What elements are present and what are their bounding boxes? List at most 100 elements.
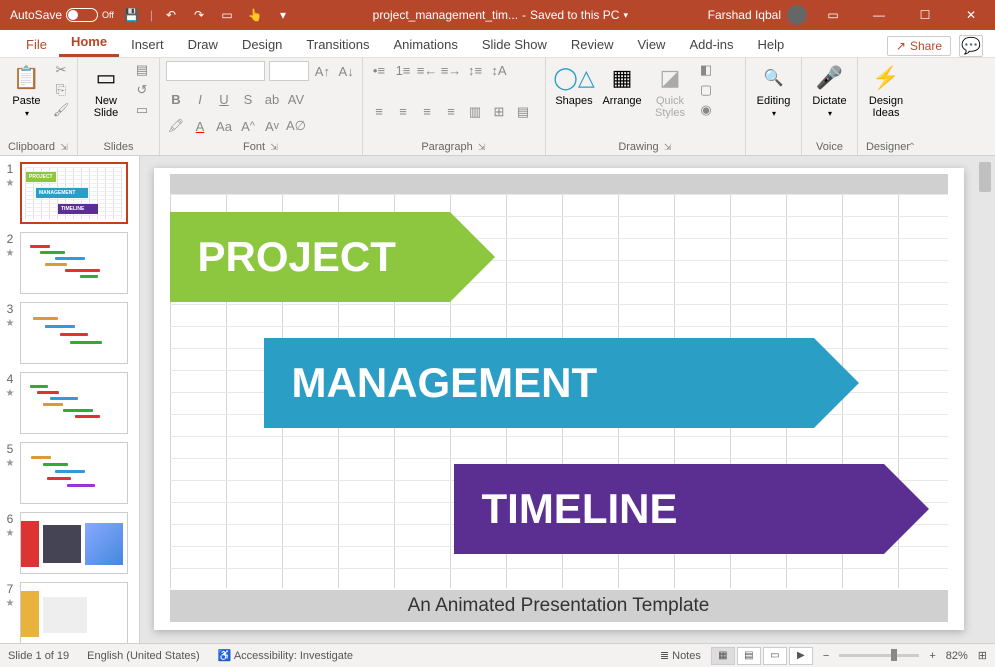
slide-thumbnails-panel[interactable]: 1★ PROJECT MANAGEMENT TIMELINE 2★ 3★: [0, 156, 140, 643]
arrow-shape-timeline[interactable]: TIMELINE: [454, 464, 884, 554]
tab-insert[interactable]: Insert: [119, 32, 176, 57]
tab-home[interactable]: Home: [59, 29, 119, 57]
tab-draw[interactable]: Draw: [176, 32, 230, 57]
paste-button[interactable]: 📋 Paste ▾: [6, 61, 47, 120]
align-right-button[interactable]: ≡: [417, 103, 437, 121]
close-button[interactable]: ✕: [951, 0, 991, 30]
slide-counter[interactable]: Slide 1 of 19: [8, 650, 69, 662]
copy-button[interactable]: ⎘: [51, 81, 71, 99]
quick-styles-button[interactable]: ◪ Quick Styles: [648, 61, 692, 121]
tab-help[interactable]: Help: [746, 32, 797, 57]
arrange-button[interactable]: ▦ Arrange: [600, 61, 644, 109]
language-indicator[interactable]: English (United States): [87, 650, 200, 662]
redo-button[interactable]: ↷: [189, 5, 209, 25]
layout-button[interactable]: ▤: [132, 61, 152, 79]
qat-customize-button[interactable]: ▾: [273, 5, 293, 25]
fit-to-window-button[interactable]: ⊞: [978, 649, 987, 662]
indent-increase-button[interactable]: ≡→: [441, 61, 461, 79]
format-painter-button[interactable]: 🖌: [51, 101, 71, 119]
align-left-button[interactable]: ≡: [369, 103, 389, 121]
thumbnail-3[interactable]: 3★: [4, 302, 135, 364]
font-launcher[interactable]: ⇲: [269, 142, 279, 152]
smartart-button[interactable]: ▤: [513, 103, 533, 121]
zoom-slider[interactable]: [839, 654, 919, 657]
drawing-launcher[interactable]: ⇲: [663, 142, 673, 152]
shrink-font-button[interactable]: Av: [262, 117, 282, 135]
start-from-beginning-button[interactable]: ▭: [217, 5, 237, 25]
accessibility-status[interactable]: ♿ Accessibility: Investigate: [218, 649, 353, 662]
tab-slideshow[interactable]: Slide Show: [470, 32, 559, 57]
comments-button[interactable]: 💬: [959, 35, 983, 57]
scrollbar-thumb[interactable]: [979, 162, 991, 192]
tab-review[interactable]: Review: [559, 32, 626, 57]
zoom-in-button[interactable]: +: [929, 650, 935, 662]
thumbnail-5[interactable]: 5★: [4, 442, 135, 504]
shape-fill-button[interactable]: ◧: [696, 61, 716, 79]
clear-formatting-button[interactable]: A∅: [286, 117, 306, 135]
font-size-select[interactable]: [269, 61, 309, 81]
font-name-select[interactable]: [166, 61, 265, 81]
tab-animations[interactable]: Animations: [382, 32, 470, 57]
shadow-button[interactable]: ab: [262, 90, 282, 108]
tab-addins[interactable]: Add-ins: [677, 32, 745, 57]
zoom-out-button[interactable]: −: [823, 650, 829, 662]
align-center-button[interactable]: ≡: [393, 103, 413, 121]
maximize-button[interactable]: ☐: [905, 0, 945, 30]
collapse-ribbon-button[interactable]: ⌃: [908, 142, 916, 153]
decrease-font-button[interactable]: A↓: [336, 62, 356, 80]
text-direction-button[interactable]: ↕A: [489, 61, 509, 79]
arrow-shape-project[interactable]: PROJECT: [170, 212, 450, 302]
justify-button[interactable]: ≡: [441, 103, 461, 121]
slide-canvas[interactable]: PROJECT MANAGEMENT TIMELINE An Animated …: [154, 168, 964, 630]
increase-font-button[interactable]: A↑: [313, 62, 333, 80]
vertical-scrollbar[interactable]: [977, 156, 995, 643]
slideshow-view-button[interactable]: ▶: [789, 647, 813, 665]
editing-button[interactable]: 🔍 Editing ▾: [752, 61, 795, 120]
thumbnail-6[interactable]: 6★: [4, 512, 135, 574]
spacing-button[interactable]: AV: [286, 90, 306, 108]
underline-button[interactable]: U: [214, 90, 234, 108]
undo-button[interactable]: ↶: [161, 5, 181, 25]
strikethrough-button[interactable]: S: [238, 90, 258, 108]
thumbnail-2[interactable]: 2★: [4, 232, 135, 294]
tab-view[interactable]: View: [626, 32, 678, 57]
shapes-button[interactable]: ◯△ Shapes: [552, 61, 596, 109]
save-button[interactable]: 💾: [122, 5, 142, 25]
design-ideas-button[interactable]: ⚡ Design Ideas: [864, 61, 908, 121]
tab-transitions[interactable]: Transitions: [294, 32, 381, 57]
paragraph-launcher[interactable]: ⇲: [477, 142, 487, 152]
thumbnail-7[interactable]: 7★: [4, 582, 135, 643]
minimize-button[interactable]: —: [859, 0, 899, 30]
font-color-button[interactable]: A: [190, 117, 210, 135]
section-button[interactable]: ▭: [132, 101, 152, 119]
bold-button[interactable]: B: [166, 90, 186, 108]
autosave-toggle[interactable]: AutoSave Off: [10, 8, 114, 22]
user-avatar[interactable]: [787, 5, 807, 25]
zoom-handle[interactable]: [891, 649, 897, 661]
reading-view-button[interactable]: ▭: [763, 647, 787, 665]
notes-button[interactable]: ≣ Notes: [660, 649, 701, 662]
new-slide-button[interactable]: ▭ New Slide: [84, 61, 128, 121]
highlight-button[interactable]: 🖍: [166, 117, 186, 135]
tab-design[interactable]: Design: [230, 32, 294, 57]
slide-subtitle-bar[interactable]: An Animated Presentation Template: [170, 590, 948, 622]
grow-font-button[interactable]: A^: [238, 117, 258, 135]
line-spacing-button[interactable]: ↕≡: [465, 61, 485, 79]
columns-button[interactable]: ▥: [465, 103, 485, 121]
align-text-button[interactable]: ⊞: [489, 103, 509, 121]
numbering-button[interactable]: 1≡: [393, 61, 413, 79]
dictate-button[interactable]: 🎤 Dictate ▾: [808, 61, 851, 120]
clipboard-launcher[interactable]: ⇲: [59, 142, 69, 152]
slide-editor[interactable]: PROJECT MANAGEMENT TIMELINE An Animated …: [140, 156, 977, 643]
tab-file[interactable]: File: [14, 32, 59, 57]
thumbnail-4[interactable]: 4★: [4, 372, 135, 434]
shape-outline-button[interactable]: ▢: [696, 81, 716, 99]
thumbnail-1[interactable]: 1★ PROJECT MANAGEMENT TIMELINE: [4, 162, 135, 224]
shape-effects-button[interactable]: ◉: [696, 101, 716, 119]
reset-button[interactable]: ↺: [132, 81, 152, 99]
normal-view-button[interactable]: ▦: [711, 647, 735, 665]
change-case-button[interactable]: Aa: [214, 117, 234, 135]
arrow-shape-management[interactable]: MANAGEMENT: [264, 338, 814, 428]
touch-mode-button[interactable]: 👆: [245, 5, 265, 25]
indent-decrease-button[interactable]: ≡←: [417, 61, 437, 79]
